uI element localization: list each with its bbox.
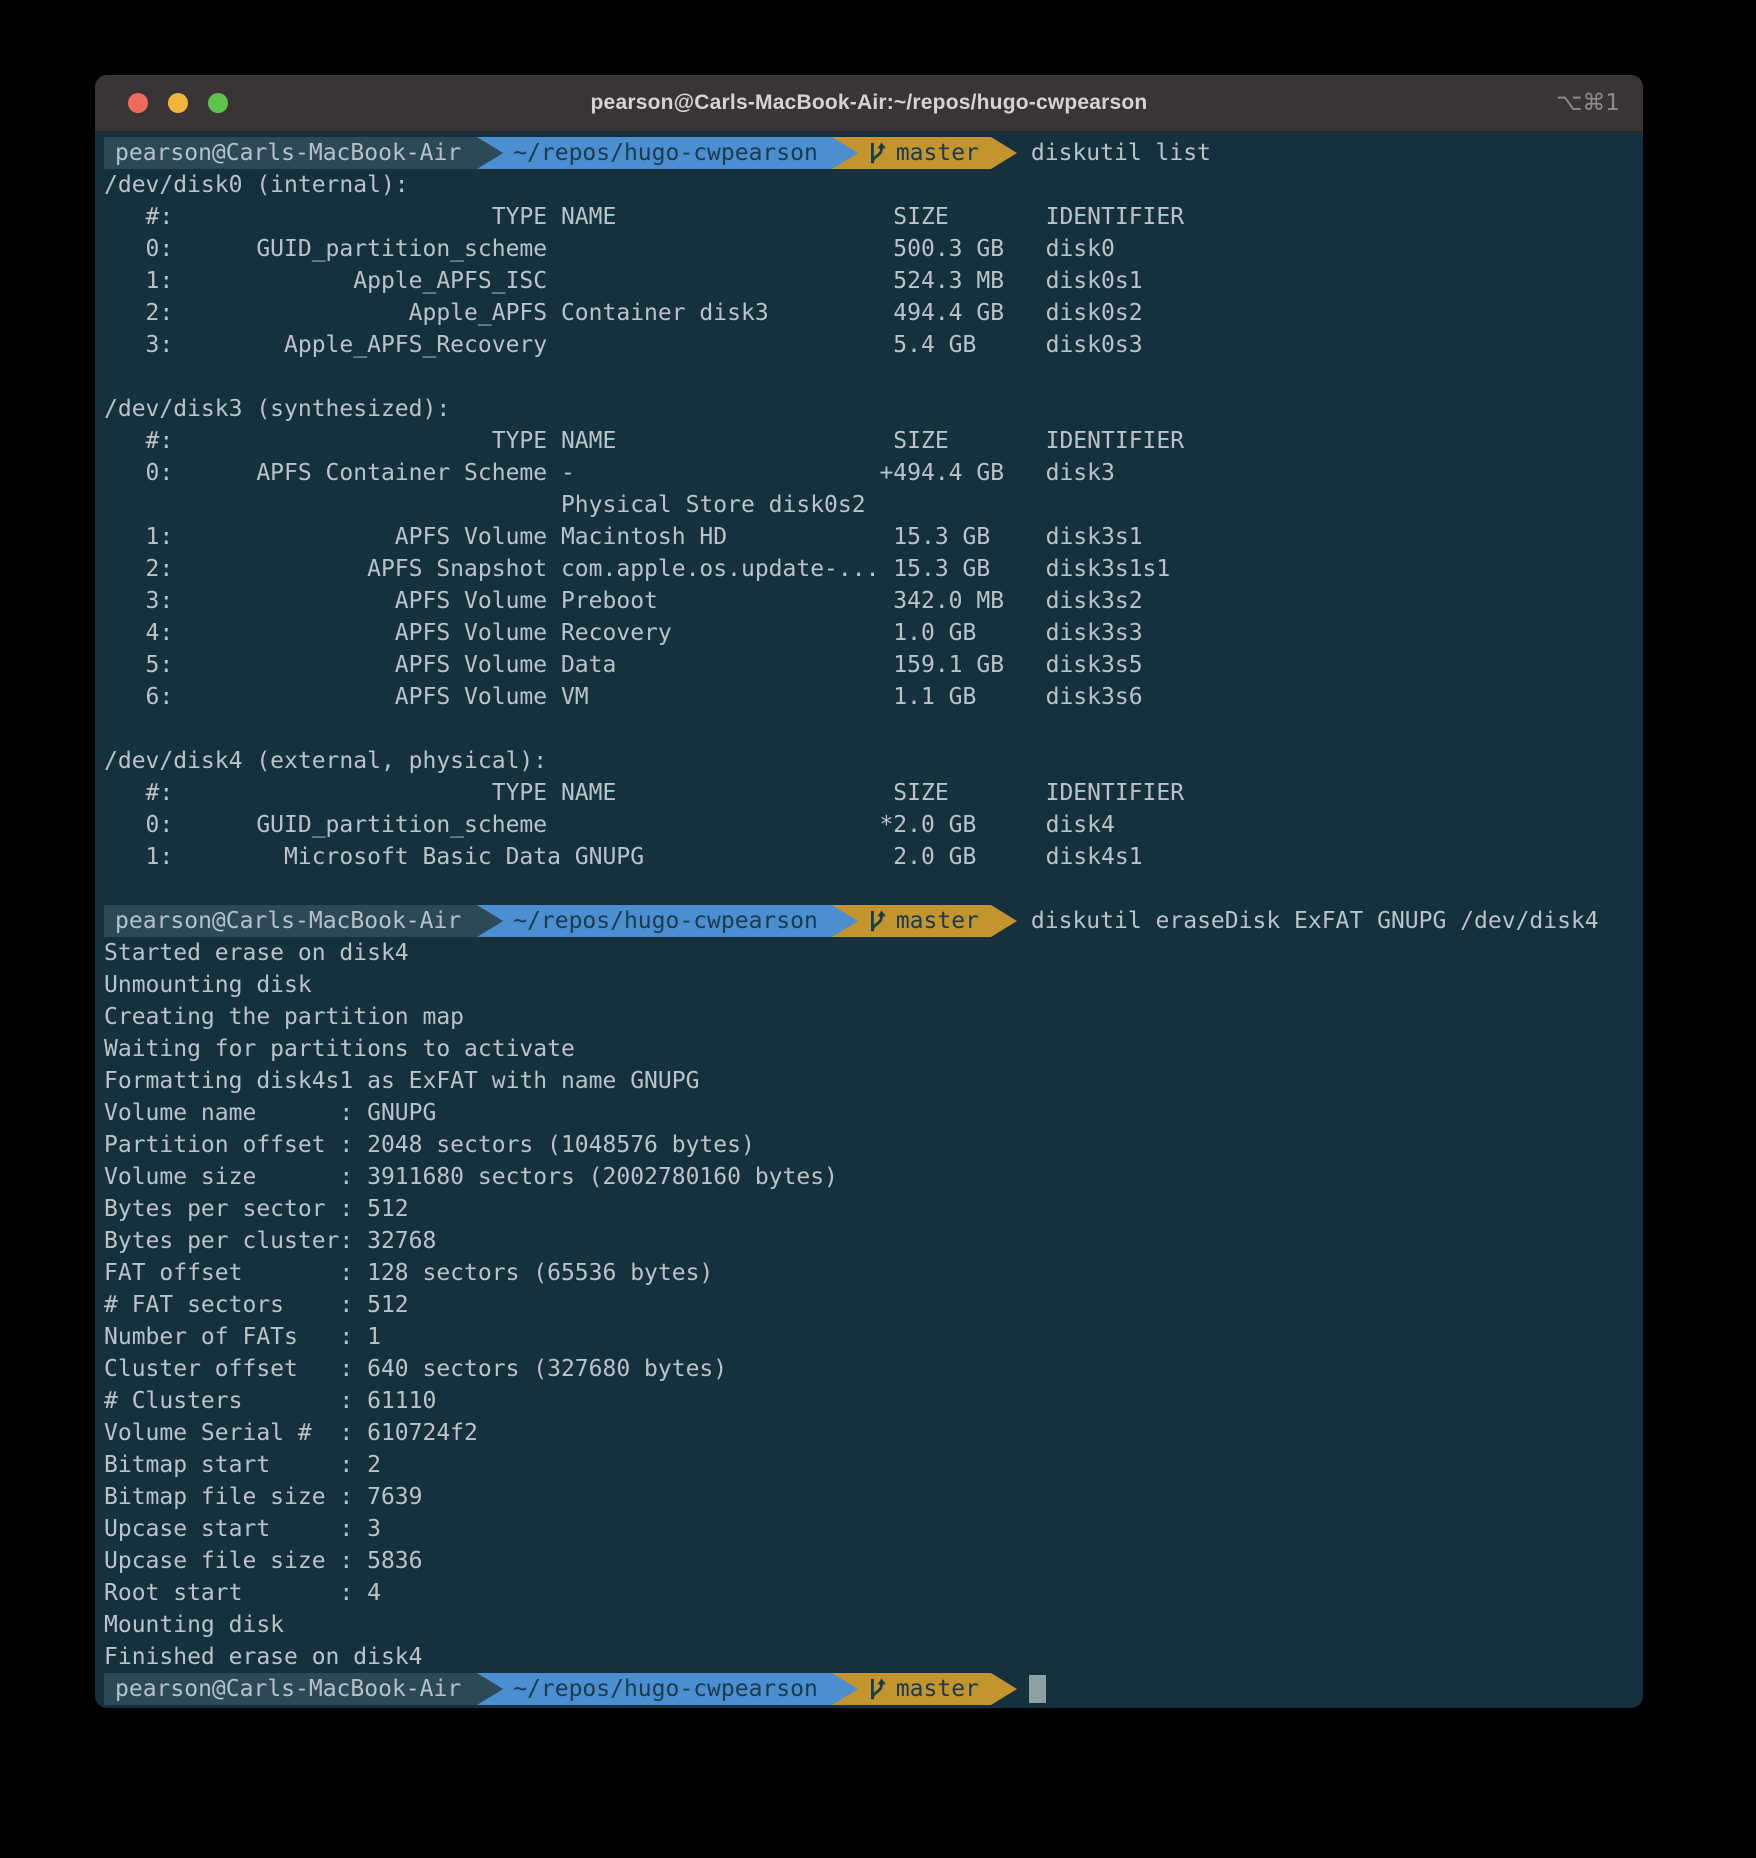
git-branch-name: master (896, 137, 979, 169)
erase-disk-output: Started erase on disk4 Unmounting disk C… (104, 937, 1633, 1673)
terminal-window: pearson@Carls-MacBook-Air:~/repos/hugo-c… (95, 75, 1643, 1708)
prompt-directory: ~/repos/hugo-cwpearson (503, 1673, 832, 1705)
terminal-cursor[interactable] (1029, 1675, 1046, 1703)
shell-prompt-current[interactable]: pearson@Carls-MacBook-Air ~/repos/hugo-c… (104, 1673, 1633, 1705)
minimize-button[interactable] (168, 93, 188, 113)
command-diskutil-erasedisk: diskutil eraseDisk ExFAT GNUPG /dev/disk… (1031, 905, 1599, 937)
window-shortcut-badge: ⌥⌘1 (1556, 75, 1620, 131)
prompt-directory: ~/repos/hugo-cwpearson (503, 137, 832, 169)
prompt-git-segment: master (858, 905, 991, 937)
diskutil-list-disk0-output: /dev/disk0 (internal): #: TYPE NAME SIZE… (104, 169, 1633, 361)
git-branch-icon (866, 140, 888, 166)
git-branch-name: master (896, 1673, 979, 1705)
powerline-separator-icon (832, 137, 858, 169)
prompt-directory: ~/repos/hugo-cwpearson (503, 905, 832, 937)
prompt-git-segment: master (858, 137, 991, 169)
window-titlebar[interactable]: pearson@Carls-MacBook-Air:~/repos/hugo-c… (95, 75, 1643, 132)
powerline-separator-icon (991, 1673, 1017, 1705)
terminal-content[interactable]: pearson@Carls-MacBook-Air ~/repos/hugo-c… (95, 132, 1643, 1708)
diskutil-list-disk4-output: /dev/disk4 (external, physical): #: TYPE… (104, 745, 1633, 873)
powerline-separator-icon (832, 905, 858, 937)
shell-prompt-1: pearson@Carls-MacBook-Air ~/repos/hugo-c… (104, 137, 1633, 169)
zoom-button[interactable] (208, 93, 228, 113)
prompt-user-host: pearson@Carls-MacBook-Air (104, 905, 477, 937)
powerline-separator-icon (991, 137, 1017, 169)
window-title: pearson@Carls-MacBook-Air:~/repos/hugo-c… (591, 91, 1148, 115)
git-branch-name: master (896, 905, 979, 937)
git-branch-icon (866, 908, 888, 934)
powerline-separator-icon (832, 1673, 858, 1705)
git-branch-icon (866, 1676, 888, 1702)
shell-prompt-2: pearson@Carls-MacBook-Air ~/repos/hugo-c… (104, 905, 1633, 937)
prompt-user-host: pearson@Carls-MacBook-Air (104, 137, 477, 169)
traffic-lights (128, 75, 228, 131)
prompt-git-segment: master (858, 1673, 991, 1705)
command-diskutil-list: diskutil list (1031, 137, 1211, 169)
powerline-separator-icon (477, 1673, 503, 1705)
powerline-separator-icon (477, 137, 503, 169)
powerline-separator-icon (477, 905, 503, 937)
diskutil-list-disk3-output: /dev/disk3 (synthesized): #: TYPE NAME S… (104, 393, 1633, 713)
powerline-separator-icon (991, 905, 1017, 937)
close-button[interactable] (128, 93, 148, 113)
prompt-user-host: pearson@Carls-MacBook-Air (104, 1673, 477, 1705)
